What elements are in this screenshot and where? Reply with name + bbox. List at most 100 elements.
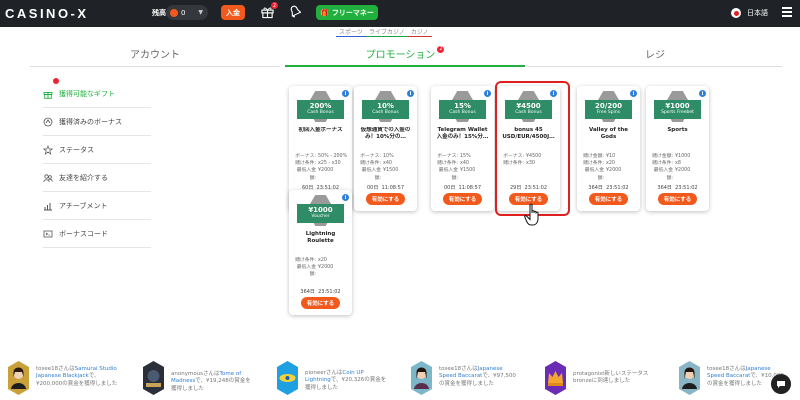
feed-item[interactable]: anonymousさんはTome of Madnessで、¥19,248の賞金を… [140,357,253,400]
subnav-sports[interactable]: スポーツ [336,27,366,37]
countdown-timer: 364日 23:51:02 [300,289,341,295]
activate-button[interactable]: 有効にする [301,297,340,309]
feed-item[interactable]: pioneerさんはCoin UP Lightningで、¥20,326の賞金を… [274,357,387,400]
feed-item[interactable]: tosee18さんはJapanese Speed Baccaratで、¥97,5… [408,357,521,400]
card-title: Sports [667,127,688,133]
feed-text: pioneerさんはCoin UP Lightningで、¥20,326の賞金を… [305,370,387,391]
card-detail-row: 賭け条件: x20 [583,161,615,167]
sidebar-item-bonus-code[interactable]: ボーナスコード [43,220,151,248]
card-detail-row: 賭け条件: x25 - x30 [295,161,341,167]
feed-text: protagonist新しいステータスbronzeに到達しました [573,371,649,385]
promo-card[interactable]: i ¥1000 Sports Freebet Sports 賭け金額: ¥1000 賭け条件… [646,86,709,211]
top-bar: CASINO-X 残高: 0 ▼ 入金 2 🎁 フリーマネー 日本語 [0,0,800,27]
feed-text: anonymousさんはTome of Madnessで、¥19,248の賞金を… [171,371,251,392]
free-money-button[interactable]: 🎁 フリーマネー [316,5,378,20]
card-details: ボーナス: 10% 賭け条件: x40 最低入金額: ¥1500 [357,153,414,182]
info-icon[interactable]: i [699,90,706,97]
game-thumbnail-icon [277,361,298,395]
countdown-timer: 364日 23:51:02 [588,185,629,191]
card-detail-row: 賭け条件: x20 [295,258,327,263]
card-detail-row: 賭け条件: x40 [437,161,469,167]
promo-card[interactable]: i ¥1000 Voucher Lightning Roulette 賭け条件: x20 最… [289,190,352,315]
bronze-status-icon [545,361,566,395]
info-icon[interactable]: i [342,90,349,97]
casino-logo[interactable]: CASINO-X [5,6,89,21]
card-detail-row: 最低入金額: ¥2000 [296,168,334,181]
sidebar-item-label: 獲得済みのボーナス [59,117,122,126]
sidebar-item-refer-friend[interactable]: 友達を紹介する [43,164,151,192]
activate-button[interactable]: 有効にする [658,193,697,205]
balance-value: 0 [181,8,186,17]
feed-item[interactable]: tosee18さんはSamurai Studio Japanese Blackj… [5,357,118,400]
card-detail-row: 最低入金額: ¥2000 [584,168,622,181]
winners-feed: tosee18さんはSamurai Studio Japanese Blackj… [0,357,800,400]
card-detail-row: 賭け条件: x8 [652,161,681,167]
sidebar-item-received-bonuses[interactable]: 獲得済みのボーナス [43,108,151,136]
card-detail-row: 賭け条件: x40 [360,161,392,167]
info-icon[interactable]: i [630,90,637,97]
sidebar-item-available-gifts[interactable]: 獲得可能なギフト [43,78,151,108]
card-details: ボーナス: 50% - 200% 賭け条件: x25 - x30 最低入金額: ¥2000 [292,153,349,182]
tab-cashier[interactable]: レジ [528,41,782,67]
card-title: 仮想通貨での入金のみ！10%分の… [360,127,411,140]
card-detail-row: ボーナス: 15% [437,154,471,159]
card-details: 賭け条件: x20 最低入金額: ¥2000 [292,257,349,279]
subnav-live-casino[interactable]: ライブカジノ [365,27,408,37]
bonus-badge: 15% Cash Bonus [439,100,486,119]
sidebar-item-status[interactable]: ステータス [43,136,151,164]
activate-button[interactable]: 有効にする [443,193,482,205]
tab-promotion[interactable]: プロモーション 2 [285,41,525,67]
bonus-badge: ¥1000 Voucher [297,204,344,223]
friends-icon [43,173,53,182]
bell-icon[interactable] [289,5,301,18]
card-title: Valley of the Gods [588,127,629,140]
dealer-avatar-icon [679,361,700,395]
countdown-timer: 364日 23:51:02 [657,185,698,191]
card-detail-row: ボーナス: 50% - 200% [295,154,348,159]
promo-card[interactable]: i 15% Cash Bonus Telegram Wallet入金のみ！15%分… ボ… [431,86,494,211]
tab-account-label: アカウント [130,50,180,61]
countdown-timer: 00日 11:08:57 [366,185,405,191]
chart-icon [44,202,52,210]
sidebar-item-label: アチーブメント [59,201,108,210]
game-thumbnail-icon [143,361,164,395]
language-selector[interactable]: 日本語 [747,8,768,18]
sidebar-item-label: 友達を紹介する [59,173,108,182]
card-title: 初回入金ボーナス [298,127,343,133]
chevron-down-icon: ▼ [198,9,203,16]
info-icon[interactable]: i [342,194,349,201]
coin-icon [170,8,178,17]
sidebar-item-label: ボーナスコード [59,229,108,238]
subnav-casino[interactable]: カジノ [407,27,432,37]
card-detail-row: ボーナス: 10% [360,154,394,159]
activate-button[interactable]: 有効にする [366,193,405,205]
japan-flag-icon[interactable] [731,8,741,18]
card-detail-row: 最低入金額: ¥1500 [438,168,476,181]
tab-cashier-label: レジ [645,50,665,61]
promotion-badge: 2 [437,45,445,53]
promo-card[interactable]: i 10% Cash Bonus 仮想通貨での入金のみ！10%分の… ボーナス: 10% 賭… [354,86,417,211]
sidebar-badge [53,78,59,84]
info-icon[interactable]: i [407,90,414,97]
star-icon [43,144,53,155]
code-icon [43,230,53,237]
feed-item[interactable]: protagonist新しいステータスbronzeに到達しました [542,357,655,400]
deposit-button[interactable]: 入金 [221,5,245,20]
card-title: Telegram Wallet入金のみ！15%分… [436,127,489,140]
tab-promotion-label: プロモーション [365,49,436,61]
menu-icon[interactable] [782,7,792,17]
sidebar-item-achievements[interactable]: アチーブメント [43,192,151,220]
gift-count-badge: 2 [271,2,278,9]
activate-button[interactable]: 有効にする [589,193,628,205]
card-detail-row: 賭け金額: ¥10 [583,154,616,159]
promo-card[interactable]: i 20/200 Free Spins Valley of the Gods 賭け金額:… [577,86,640,211]
tab-account[interactable]: アカウント [30,41,280,67]
card-details: ボーナス: 15% 賭け条件: x40 最低入金額: ¥1500 [434,153,491,182]
dealer-avatar-icon [8,361,29,395]
card-details: 賭け金額: ¥1000 賭け条件: x8 最低入金額: ¥2000 [649,153,706,182]
hand-cursor-icon [524,203,539,226]
chat-button[interactable] [771,374,791,394]
balance-dropdown[interactable]: 0 ▼ [166,5,208,20]
info-icon[interactable]: i [484,90,491,97]
sub-nav: スポーツ ライブカジノ カジノ [336,27,432,37]
